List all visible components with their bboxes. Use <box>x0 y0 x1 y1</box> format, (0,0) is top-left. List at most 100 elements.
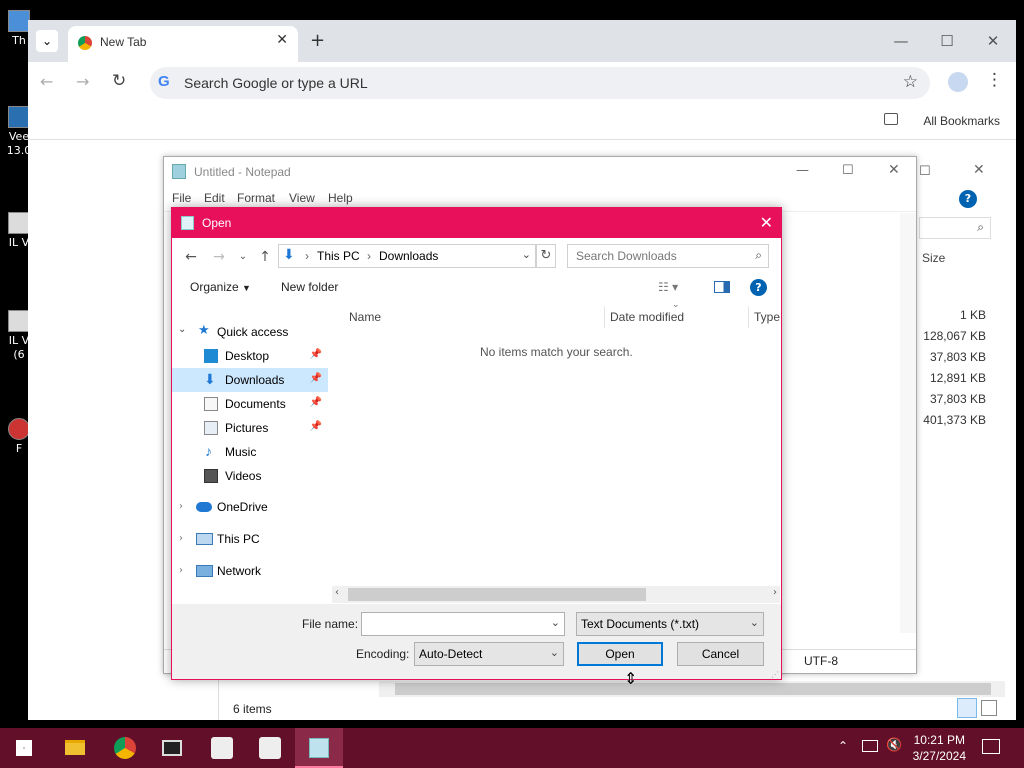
nav-item-desktop[interactable]: Desktop 📌 <box>172 344 328 368</box>
menu-view[interactable]: View <box>289 191 315 205</box>
help-icon[interactable]: ? <box>959 190 977 208</box>
close-button[interactable]: ✕ <box>973 162 985 178</box>
taskbar-video-app[interactable] <box>148 728 196 768</box>
scrollbar-thumb[interactable] <box>348 588 646 601</box>
encoding-select[interactable]: Auto-Detect ⌄ <box>414 642 564 666</box>
all-bookmarks-link[interactable]: All Bookmarks <box>923 114 1000 128</box>
volume-muted-icon[interactable]: 🔇 <box>886 738 902 753</box>
chevron-down-icon: ⌄ <box>549 647 559 659</box>
column-divider <box>748 306 749 328</box>
scroll-left-icon[interactable]: ‹ <box>335 587 339 598</box>
close-icon[interactable]: ✕ <box>760 213 773 232</box>
refresh-button[interactable]: ↻ <box>536 244 556 268</box>
breadcrumb-this-pc[interactable]: This PC <box>317 249 360 263</box>
details-view-icon[interactable] <box>957 698 977 718</box>
menu-edit[interactable]: Edit <box>204 191 225 205</box>
chevron-right-icon[interactable]: › <box>179 565 183 576</box>
preview-pane-icon[interactable] <box>714 281 730 293</box>
back-arrow-icon[interactable]: ← <box>180 246 202 268</box>
name-column-header[interactable]: Name <box>349 310 381 324</box>
close-tab-icon[interactable]: ✕ <box>276 32 288 48</box>
file-name-input[interactable]: ⌄ <box>361 612 565 636</box>
pin-icon[interactable]: 📌 <box>310 373 322 384</box>
breadcrumb-downloads[interactable]: Downloads <box>379 249 438 263</box>
more-menu-icon[interactable]: ⋮ <box>986 70 1003 90</box>
menu-format[interactable]: Format <box>237 191 275 205</box>
tab-title: New Tab <box>100 35 147 49</box>
scrollbar-thumb[interactable] <box>395 683 991 695</box>
menu-help[interactable]: Help <box>328 191 353 205</box>
horizontal-scrollbar[interactable] <box>379 681 1005 697</box>
notification-icon[interactable] <box>982 739 1000 754</box>
taskbar-notepad[interactable] <box>295 728 343 768</box>
taskbar-chrome[interactable] <box>100 728 148 768</box>
chevron-down-icon[interactable]: ⌄ <box>551 616 560 629</box>
pin-icon[interactable]: 📌 <box>310 349 322 360</box>
tab-new-tab[interactable]: New Tab ✕ <box>68 26 298 62</box>
reload-icon[interactable]: ↻ <box>112 71 126 91</box>
nav-label: Music <box>225 445 257 459</box>
new-folder-button[interactable]: New folder <box>281 280 338 294</box>
menu-file[interactable]: File <box>172 191 191 205</box>
chevron-up-icon[interactable]: ⌃ <box>838 739 848 753</box>
star-icon[interactable]: ☆ <box>903 72 918 92</box>
pin-icon[interactable]: 📌 <box>310 397 322 408</box>
forward-arrow-icon[interactable]: → <box>208 246 230 268</box>
profile-avatar[interactable] <box>948 72 968 92</box>
tab-search-button[interactable]: ⌄ <box>36 30 58 52</box>
search-box[interactable]: ⌕ <box>919 217 991 239</box>
scroll-right-icon[interactable]: › <box>773 587 777 598</box>
up-arrow-icon[interactable]: ↑ <box>254 246 276 268</box>
chevron-right-icon[interactable]: › <box>179 533 183 544</box>
new-tab-button[interactable]: + <box>310 30 325 51</box>
recent-locations-icon[interactable]: ⌄ <box>232 246 254 268</box>
network-icon <box>196 565 213 577</box>
large-icons-view-icon[interactable] <box>981 700 997 716</box>
close-button[interactable]: ✕ <box>970 26 1016 56</box>
help-icon[interactable]: ? <box>750 279 767 296</box>
nav-item-documents[interactable]: Documents 📌 <box>172 392 328 416</box>
minimize-button[interactable]: — <box>878 26 924 56</box>
taskbar-file-explorer[interactable] <box>50 728 98 768</box>
maximize-button[interactable]: ☐ <box>924 26 970 56</box>
cursor-icon: ⇕ <box>624 669 638 688</box>
maximize-button[interactable]: ☐ <box>919 164 931 179</box>
taskbar-il-app[interactable] <box>198 728 246 768</box>
nav-network[interactable]: Network <box>217 564 261 578</box>
maximize-button[interactable]: ☐ <box>842 163 854 178</box>
nav-this-pc[interactable]: This PC <box>217 532 260 546</box>
nav-item-music[interactable]: ♪ Music <box>172 440 328 464</box>
pin-icon[interactable]: 📌 <box>310 421 322 432</box>
view-options-icon[interactable]: ☷ ▾ <box>658 280 678 294</box>
system-clock[interactable]: 10:21 PM 3/27/2024 <box>913 732 966 764</box>
omnibox[interactable]: G Search Google or type a URL ☆ <box>150 67 930 99</box>
file-type-select[interactable]: Text Documents (*.txt) ⌄ <box>576 612 764 636</box>
taskbar-il-app[interactable] <box>246 728 294 768</box>
resize-grip-icon[interactable]: ⋰ <box>771 670 779 679</box>
organize-button[interactable]: Organize ▼ <box>190 280 251 294</box>
nav-onedrive[interactable]: OneDrive <box>217 500 268 514</box>
chevron-down-icon[interactable]: ⌄ <box>178 324 186 335</box>
address-bar[interactable]: ⬇ › This PC › Downloads ⌄ <box>278 244 536 268</box>
nav-item-pictures[interactable]: Pictures 📌 <box>172 416 328 440</box>
nav-item-downloads[interactable]: ⬇ Downloads 📌 <box>172 368 328 392</box>
horizontal-scrollbar[interactable]: ‹ › <box>332 586 780 603</box>
back-arrow-icon[interactable]: ← <box>40 72 53 91</box>
chevron-right-icon[interactable]: › <box>179 501 183 512</box>
size-column-header[interactable]: Size <box>922 251 945 265</box>
chevron-down-icon[interactable]: ⌄ <box>522 248 531 261</box>
close-button[interactable]: ✕ <box>888 162 900 178</box>
type-column-header[interactable]: Type <box>754 310 780 324</box>
forward-arrow-icon[interactable]: → <box>76 72 89 91</box>
search-input[interactable]: Search Downloads ⌕ <box>567 244 769 268</box>
video-icon <box>204 469 218 483</box>
open-button[interactable]: Open <box>577 642 663 666</box>
nav-quick-access[interactable]: Quick access <box>217 325 288 339</box>
cancel-button[interactable]: Cancel <box>677 642 764 666</box>
nav-item-videos[interactable]: Videos <box>172 464 328 488</box>
minimize-button[interactable]: — <box>796 163 809 178</box>
network-icon[interactable] <box>862 740 878 752</box>
date-modified-column-header[interactable]: Date modified <box>610 310 684 324</box>
start-button[interactable] <box>0 728 48 768</box>
vertical-scrollbar[interactable] <box>900 213 916 633</box>
